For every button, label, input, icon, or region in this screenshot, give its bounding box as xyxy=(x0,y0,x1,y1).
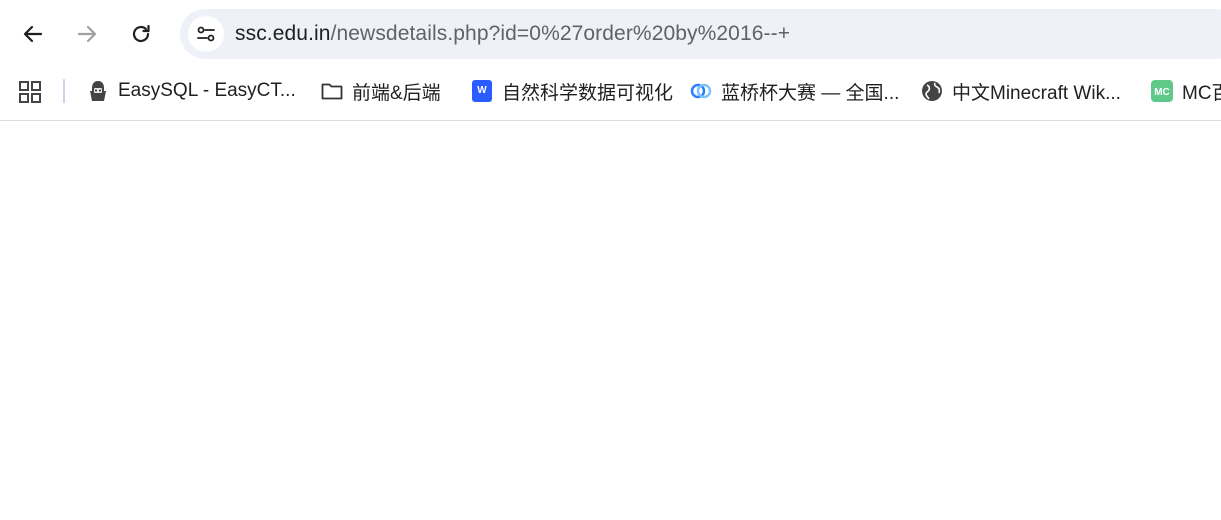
page-content xyxy=(0,121,1221,520)
bookmark-label: EasySQL - EasyCT... xyxy=(118,80,296,101)
browser-toolbar: ssc.edu.in/newsdetails.php?id=0%27order%… xyxy=(0,0,1221,70)
svg-text:MC: MC xyxy=(1154,87,1170,98)
address-bar[interactable]: ssc.edu.in/newsdetails.php?id=0%27order%… xyxy=(180,9,1221,59)
bookmark-minecraft-wiki[interactable]: 中文Minecraft Wik... xyxy=(920,76,1121,106)
bookmark-label: 自然科学数据可视化 xyxy=(502,82,674,104)
site-info-button[interactable] xyxy=(188,16,224,52)
mc-logo-icon: MC xyxy=(1150,79,1174,103)
bookmarks-bar: EasySQL - EasyCT... 前端&后端 W 自然科学数据可视化 蓝桥… xyxy=(0,70,1221,121)
bookmarks-divider xyxy=(63,79,65,103)
back-button[interactable] xyxy=(13,14,53,54)
hacker-icon xyxy=(86,79,110,103)
word-doc-icon: W xyxy=(470,79,494,103)
apps-grid-icon xyxy=(19,81,41,103)
bookmark-science-visualization[interactable]: W 自然科学数据可视化 xyxy=(470,76,673,106)
bookmark-folder-frontend-backend[interactable]: 前端&后端 xyxy=(320,76,441,106)
bookmark-mc-baike[interactable]: MC MC百 xyxy=(1150,76,1221,106)
bookmark-label: 中文Minecraft Wik... xyxy=(952,82,1121,104)
bookmark-label: 蓝桥杯大赛 — 全国... xyxy=(721,82,900,104)
folder-icon xyxy=(320,79,344,103)
url-text[interactable]: ssc.edu.in/newsdetails.php?id=0%27order%… xyxy=(235,22,790,46)
tune-icon xyxy=(197,26,215,42)
reload-icon xyxy=(132,24,150,43)
arrow-left-icon xyxy=(23,25,43,43)
bookmark-label: MC百 xyxy=(1182,82,1221,104)
arrow-right-icon xyxy=(77,25,97,43)
svg-text:W: W xyxy=(477,85,487,96)
url-host: ssc.edu.in xyxy=(235,22,331,45)
bookmark-lanqiao-cup[interactable]: 蓝桥杯大赛 — 全国... xyxy=(689,76,899,106)
bookmark-easysql[interactable]: EasySQL - EasyCT... xyxy=(86,76,296,106)
globe-icon xyxy=(920,79,944,103)
apps-button[interactable] xyxy=(17,79,43,105)
forward-button[interactable] xyxy=(67,14,107,54)
reload-button[interactable] xyxy=(121,14,161,54)
url-path: /newsdetails.php?id=0%27order%20by%2016-… xyxy=(330,22,791,45)
lanqiao-logo-icon xyxy=(689,79,713,103)
bookmark-label: 前端&后端 xyxy=(352,82,441,104)
